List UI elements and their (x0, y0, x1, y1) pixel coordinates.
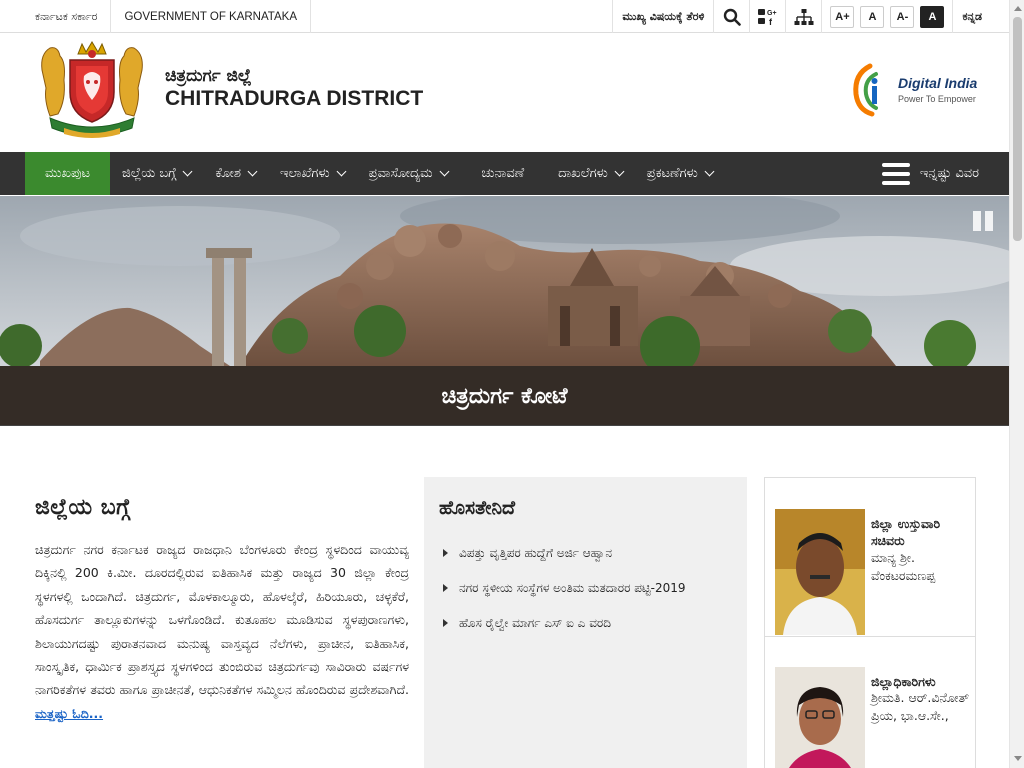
read-more-link[interactable]: ಮತ್ತಷ್ಟು ಓದಿ... (35, 706, 103, 721)
nav-item-about-district[interactable]: ಜಿಲ್ಲೆಯ ಬಗ್ಗೆ (110, 152, 203, 195)
more-menu-button[interactable]: ಇನ್ನಷ್ಟು ವಿವರ (881, 152, 979, 195)
nav-item-election[interactable]: ಚುನಾವಣೆ (460, 152, 547, 195)
main-nav: ಮುಖಪುಟ ಜಿಲ್ಲೆಯ ಬಗ್ಗೆ ಕೋಶ ಇಲಾಖೆಗಳು ಪ್ರವಾಸ… (0, 152, 1009, 195)
font-normal-button[interactable]: A (860, 5, 885, 28)
news-item[interactable]: ನಗರ ಸ್ಥಳೀಯ ಸಂಸ್ಥೆಗಳ ಅಂತಿಮ ಮತದಾರರ ಪಟ್ಟಿ-2… (439, 580, 732, 597)
nav-item-tourism[interactable]: ಪ್ರವಾಸೋದ್ಯಮ (357, 152, 460, 195)
scroll-up-arrow-icon[interactable] (1014, 6, 1022, 11)
digital-india-logo[interactable]: Digital India Power To Empower (850, 62, 982, 118)
language-switch[interactable]: ಕನ್ನಡ (952, 0, 991, 33)
about-body: ಚಿತ್ರದುರ್ಗ ನಗರ ಕರ್ನಾಟಕ ರಾಜ್ಯದ ರಾಜಧಾನಿ ಬೆ… (35, 542, 409, 698)
nav-item-label: ಕೋಶ (215, 166, 241, 181)
scroll-down-arrow-icon[interactable] (1014, 756, 1022, 761)
digital-india-text: Digital India (898, 75, 978, 91)
slideshow-pause-button[interactable] (973, 211, 995, 233)
state-link[interactable]: ಕರ್ನಾಟಕ ಸರ್ಕಾರ (22, 0, 112, 33)
skip-to-content-link[interactable]: ಮುಖ್ಯ ವಿಷಯಕ್ಕೆ ತೆರಳಿ (612, 0, 713, 33)
news-item[interactable]: ಹೊಸ ರೈಲ್ವೇ ಮಾರ್ಗ ಎಸ್ ಐ ಎ ವರದಿ (439, 615, 732, 632)
official-name[interactable]: ಮಾನ್ಯ ಶ್ರೀ. ವೆಂಕಟರಮಣಪ್ಪ (871, 549, 971, 585)
font-size-controls: A+ A A- A (821, 0, 952, 33)
chevron-down-icon (182, 166, 193, 177)
page: ಕರ್ನಾಟಕ ಸರ್ಕಾರ GOVERNMENT OF KARNATAKA ಮ… (0, 0, 1024, 768)
news-item[interactable]: ವಿಪತ್ತು ವೃತ್ತಿಪರ ಹುದ್ದೆಗೆ ಅರ್ಜಿ ಆಹ್ವಾನ (439, 545, 732, 562)
chevron-down-icon (247, 166, 258, 177)
nav-item-label: ಪ್ರವಾಸೋದ್ಯಮ (368, 166, 433, 181)
nav-item-label: ಚುನಾವಣೆ (481, 166, 525, 181)
official-role: ಜಿಲ್ಲಾ ಉಸ್ತುವಾರಿ ಸಚಿವರು (871, 516, 941, 548)
nav-item-notices[interactable]: ಪ್ರಕಟಣೆಗಳು (635, 152, 725, 195)
about-district-section: ಜಿಲ್ಲೆಯ ಬಗ್ಗೆ ಚಿತ್ರದುರ್ಗ ನಗರ ಕರ್ನಾಟಕ ರಾಜ… (35, 495, 409, 725)
hero-banner[interactable]: ಚಿತ್ರದುರ್ಗ ಕೋಟೆ (0, 196, 1009, 426)
site-title-kannada: ಚಿತ್ರದುರ್ಗ ಜಿಲ್ಲೆ (165, 66, 252, 86)
official-name[interactable]: ಶ್ರೀಮತಿ. ಆರ್.ವಿನೋತ್ ಪ್ರಿಯ, ಭಾ.ಆ.ಸೇ., (871, 689, 971, 725)
chevron-down-icon (614, 166, 625, 177)
chevron-down-icon (439, 166, 449, 177)
government-link[interactable]: GOVERNMENT OF KARNATAKA (111, 0, 311, 33)
nav-item-label: ಇಲಾಖೆಗಳು (279, 166, 330, 181)
banner-caption: ಚಿತ್ರದುರ್ಗ ಕೋಟೆ (441, 383, 568, 409)
site-title-english: CHITRADURGA DISTRICT (165, 87, 424, 110)
social-media-icon: G+ f (757, 8, 777, 27)
nav-item-home[interactable]: ಮುಖಪುಟ (25, 152, 111, 195)
banner-caption-bar: ಚಿತ್ರದುರ್ಗ ಕೋಟೆ (0, 366, 1009, 425)
nav-item-label: ಜಿಲ್ಲೆಯ ಬಗ್ಗೆ (122, 166, 177, 181)
high-contrast-button[interactable]: A (920, 5, 945, 28)
digital-india-tagline: Power To Empower (898, 94, 976, 104)
hamburger-menu-icon (881, 162, 910, 185)
officials-divider (765, 636, 975, 637)
scrollbar-thumb[interactable] (1013, 17, 1022, 241)
page-scrollbar[interactable] (1009, 0, 1024, 768)
collector-photo (775, 667, 865, 768)
nav-item-departments[interactable]: ಇಲಾಖೆಗಳು (268, 152, 357, 195)
site-header: ಚಿತ್ರದುರ್ಗ ಜಿಲ್ಲೆ CHITRADURGA DISTRICT D… (0, 34, 1009, 152)
site-title[interactable]: ಚಿತ್ರದುರ್ಗ ಜಿಲ್ಲೆ CHITRADURGA DISTRICT (165, 66, 423, 112)
about-text: ಚಿತ್ರದುರ್ಗ ನಗರ ಕರ್ನಾಟಕ ರಾಜ್ಯದ ರಾಜಧಾನಿ ಬೆ… (35, 538, 409, 725)
svg-text:G+: G+ (767, 10, 777, 17)
officials-panel: ಜಿಲ್ಲಾ ಉಸ್ತುವಾರಿ ಸಚಿವರು ಮಾನ್ಯ ಶ್ರೀ. ವೆಂಕ… (764, 477, 976, 768)
nav-item-documents[interactable]: ದಾಖಲೆಗಳು (546, 152, 635, 195)
karnataka-emblem-logo[interactable] (36, 40, 148, 144)
top-bar: ಕರ್ನಾಟಕ ಸರ್ಕಾರ GOVERNMENT OF KARNATAKA ಮ… (0, 0, 1009, 33)
whats-new-heading: ಹೊಸತೇನಿದೆ (439, 497, 516, 519)
official-role: ಜಿಲ್ಲಾಧಿಕಾರಿಗಳು (871, 674, 936, 689)
font-decrease-button[interactable]: A- (890, 5, 915, 28)
svg-text:f: f (769, 17, 773, 27)
pause-icon (973, 211, 981, 231)
chevron-down-icon (704, 166, 715, 177)
about-heading: ಜಿಲ್ಲೆಯ ಬಗ್ಗೆ (35, 495, 131, 520)
social-media-button[interactable]: G+ f (749, 0, 785, 33)
nav-item-label: ಮುಖಪುಟ (45, 166, 91, 181)
search-button[interactable] (713, 0, 749, 33)
font-increase-button[interactable]: A+ (830, 5, 855, 28)
search-icon (723, 8, 741, 26)
whats-new-section: ಹೊಸತೇನಿದೆ ವಿಪತ್ತು ವೃತ್ತಿಪರ ಹುದ್ದೆಗೆ ಅರ್ಜ… (424, 477, 747, 768)
chevron-down-icon (336, 166, 347, 177)
nav-item-directory[interactable]: ಕೋಶ (203, 152, 268, 195)
minister-photo (775, 509, 865, 635)
sitemap-button[interactable] (785, 0, 821, 33)
sitemap-icon (794, 8, 814, 25)
news-list: ವಿಪತ್ತು ವೃತ್ತಿಪರ ಹುದ್ದೆಗೆ ಅರ್ಜಿ ಆಹ್ವಾನ ನ… (439, 545, 732, 632)
nav-item-label: ದಾಖಲೆಗಳು (558, 166, 608, 181)
nav-item-label: ಪ್ರಕಟಣೆಗಳು (646, 166, 698, 181)
more-menu-label: ಇನ್ನಷ್ಟು ವಿವರ (919, 166, 979, 181)
